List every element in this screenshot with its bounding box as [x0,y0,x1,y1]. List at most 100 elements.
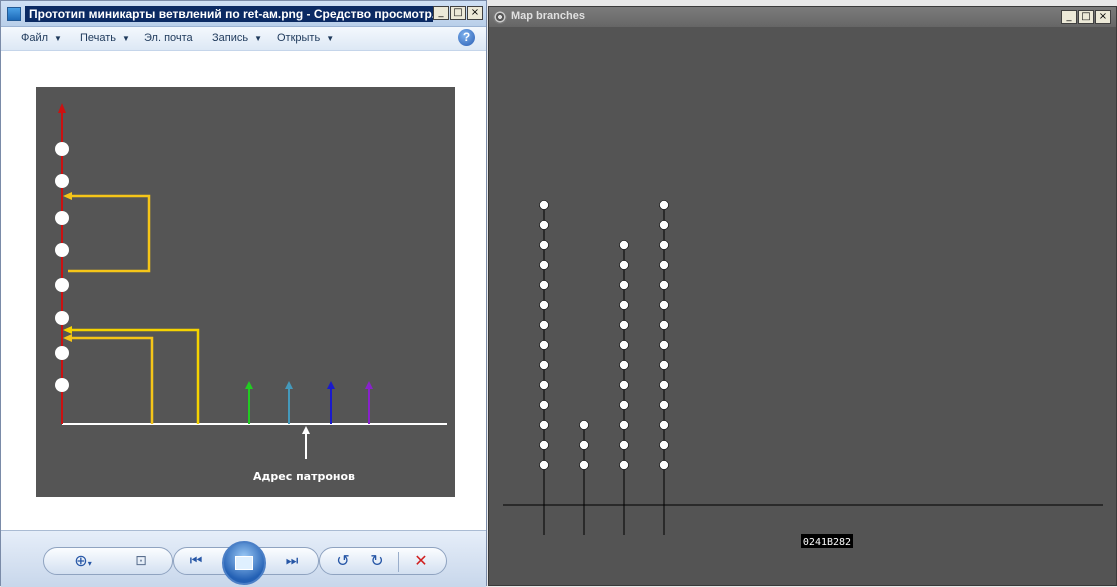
branch-node[interactable] [659,220,669,230]
toolbar-separator [398,552,399,572]
ret-loop-lower-b [66,328,200,424]
delete-icon[interactable]: ✕ [411,553,431,569]
address-label: 0241B282 [803,537,851,548]
branch-node[interactable] [619,240,629,250]
chevron-down-icon: ▼ [54,34,62,43]
branch-node[interactable] [619,300,629,310]
branch-node[interactable] [539,440,549,450]
branch-minimap-prototype-image: Адрес патронов [36,87,455,497]
branch-node[interactable] [539,200,549,210]
branch-node[interactable] [619,440,629,450]
viewer-toolbar: ⊕▾ ⊡ ⏮ ⏭ ↺ ↻ ✕ [1,530,486,587]
branch-node[interactable] [579,440,589,450]
ret-loop-lower-b-arrowhead [63,326,72,334]
rotate-cw-icon[interactable]: ↻ [367,553,387,569]
next-icon[interactable]: ⏭ [282,553,302,569]
branch-node[interactable] [539,360,549,370]
branch-arrow-green-head [245,381,253,389]
branch-node[interactable] [659,400,669,410]
menu-file[interactable]: Файл ▼ [21,32,62,44]
fit-to-window-icon[interactable]: ⊡ [131,553,151,569]
viewer-menubar: Файл ▼ Печать ▼ Эл. почта Запись ▼ Открыть ▼… [1,27,486,51]
map-maximize-button[interactable]: □ [1078,10,1094,24]
branch-node[interactable] [619,360,629,370]
menu-burn[interactable]: Запись ▼ [212,32,262,44]
map-branches-window: Map branches _ □ × 0241B282 [488,6,1117,586]
map-window-title: Map branches [511,10,585,22]
map-minimize-button[interactable]: _ [1061,10,1077,24]
axis-node [55,142,69,156]
viewer-minimize-button[interactable]: _ [433,6,449,20]
branch-node[interactable] [659,460,669,470]
axis-node [55,346,69,360]
branch-arrow-teal-head [285,381,293,389]
rotate-ccw-icon[interactable]: ↺ [333,553,353,569]
map-close-button[interactable]: × [1095,10,1111,24]
previous-icon[interactable]: ⏮ [186,553,206,569]
slideshow-button[interactable] [222,541,266,585]
branch-node[interactable] [659,260,669,270]
branch-node[interactable] [539,260,549,270]
axis-node [55,243,69,257]
viewer-maximize-button[interactable]: □ [450,6,466,20]
branch-node[interactable] [539,380,549,390]
axis-node [55,174,69,188]
zoom-icon[interactable]: ⊕▾ [73,553,93,569]
branch-node[interactable] [619,340,629,350]
axis-node [55,211,69,225]
viewer-close-button[interactable]: × [467,6,483,20]
ret-loop-lower-a [66,336,154,424]
branch-node[interactable] [539,280,549,290]
branch-arrow-blue-head [327,381,335,389]
branch-node[interactable] [659,360,669,370]
branch-node[interactable] [659,240,669,250]
gear-icon [493,10,507,24]
ret-loop-upper-arrowhead [63,192,72,200]
axis-node [55,278,69,292]
branch-node[interactable] [659,280,669,290]
branch-node[interactable] [539,300,549,310]
map-titlebar[interactable]: Map branches _ □ × [489,7,1116,27]
diagram-caption: Адрес патронов [253,470,355,483]
ret-loop-lower-a-arrowhead [63,334,72,342]
menu-print[interactable]: Печать ▼ [80,32,130,44]
branch-node[interactable] [619,320,629,330]
chevron-down-icon: ▼ [254,34,263,43]
axis-node [55,311,69,325]
branch-node[interactable] [539,240,549,250]
ret-loop-upper [66,194,151,273]
chevron-down-icon: ▼ [326,34,335,43]
branch-node[interactable] [659,380,669,390]
branch-node[interactable] [579,420,589,430]
branch-node[interactable] [539,320,549,330]
branch-node[interactable] [659,420,669,430]
branch-arrow-purple-head [365,381,373,389]
branch-node[interactable] [539,420,549,430]
branch-node[interactable] [619,260,629,270]
branch-node[interactable] [539,400,549,410]
branch-node[interactable] [539,340,549,350]
slideshow-icon [235,556,253,570]
branch-node[interactable] [579,460,589,470]
branch-node[interactable] [659,340,669,350]
branch-node[interactable] [619,420,629,430]
branch-node[interactable] [539,220,549,230]
branch-node[interactable] [619,380,629,390]
branch-node[interactable] [659,320,669,330]
branch-node[interactable] [619,460,629,470]
branch-node[interactable] [659,200,669,210]
chevron-down-icon: ▼ [122,34,130,43]
menu-email[interactable]: Эл. почта [144,32,193,44]
viewer-titlebar[interactable]: Прототип миникарты ветвлений по ret-ам.p… [1,1,486,27]
branch-node[interactable] [619,400,629,410]
branch-node[interactable] [659,440,669,450]
branch-map-canvas[interactable]: 0241B282 [489,27,1116,585]
branch-node[interactable] [539,460,549,470]
viewer-window-title: Прототип миникарты ветвлений по ret-ам.p… [25,6,433,22]
photo-viewer-window: Прототип миникарты ветвлений по ret-ам.p… [0,0,487,587]
help-icon[interactable]: ? [458,29,475,46]
diagram-svg: Адрес патронов [55,103,447,483]
branch-node[interactable] [619,280,629,290]
branch-node[interactable] [659,300,669,310]
menu-open[interactable]: Открыть ▼ [277,32,334,44]
